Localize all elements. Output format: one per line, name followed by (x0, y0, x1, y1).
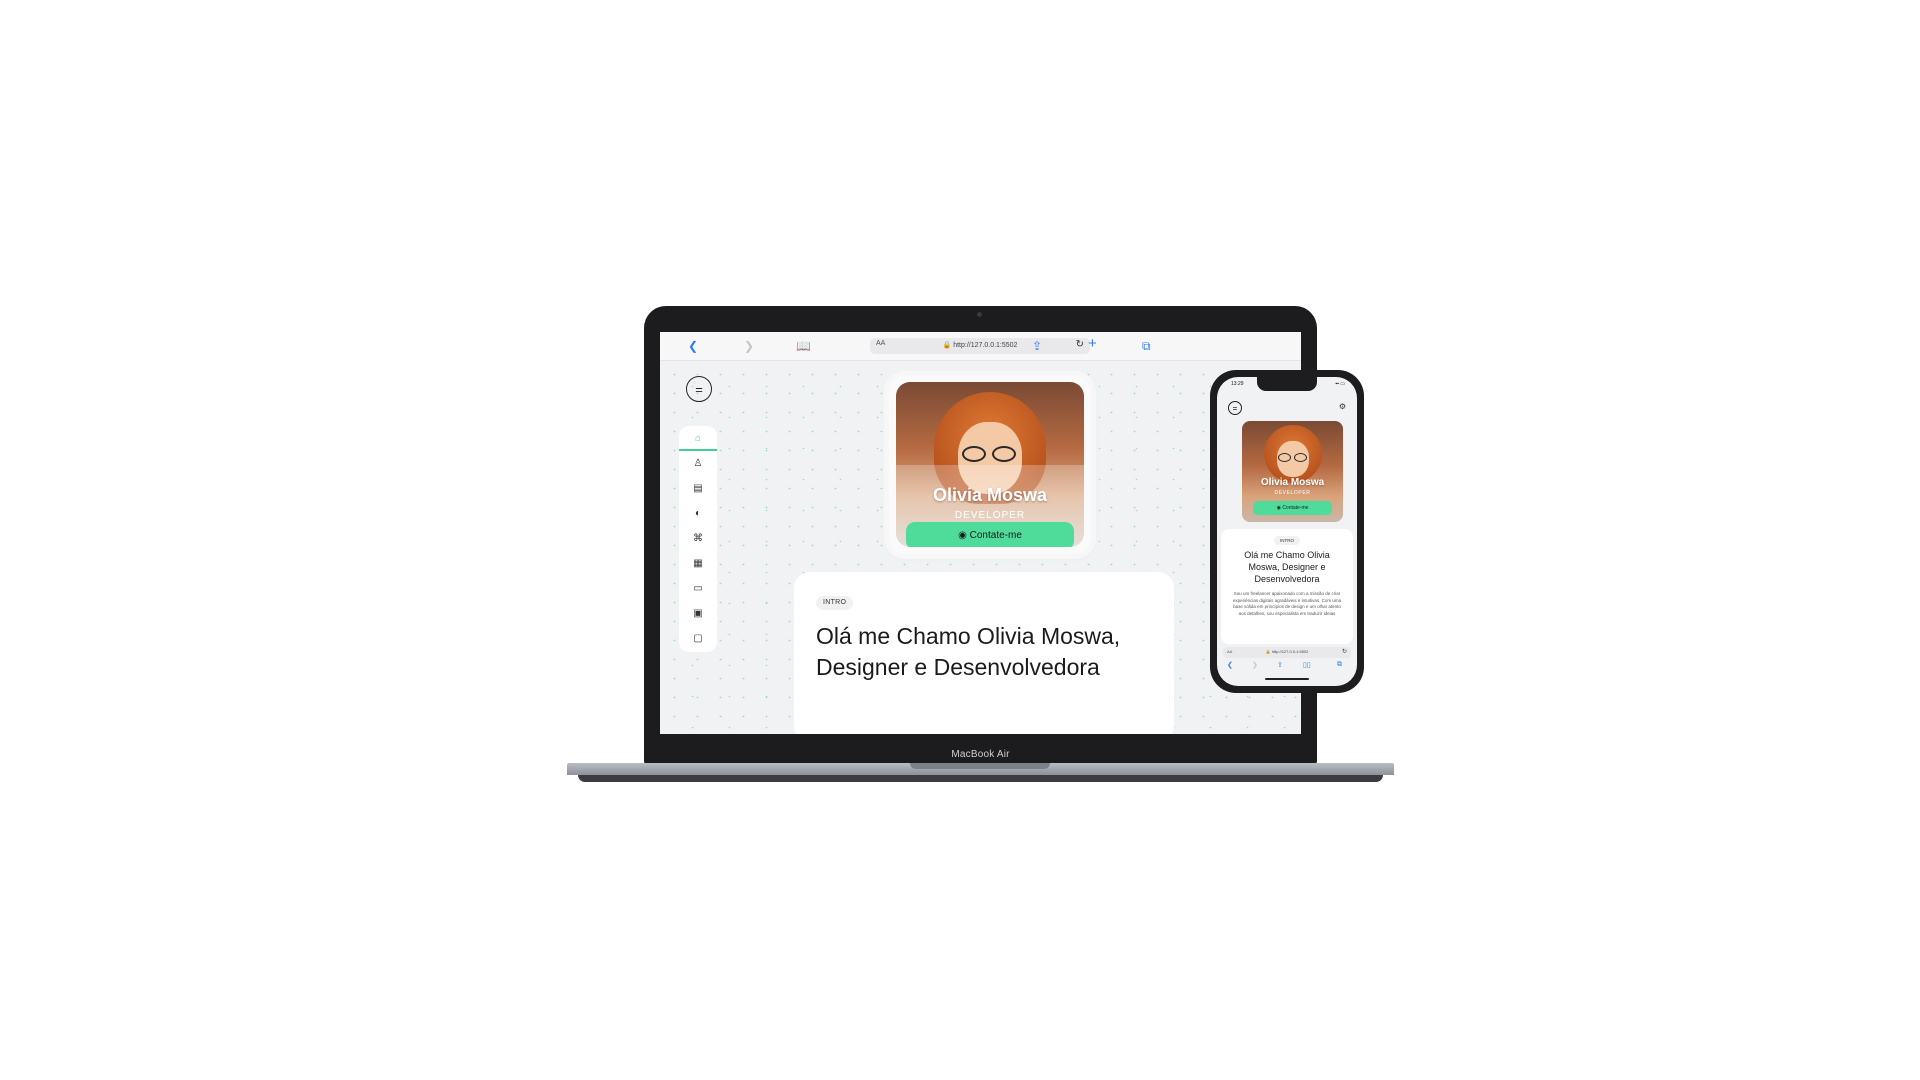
sidebar-item-testimonials[interactable]: ▭ (679, 576, 717, 601)
phone-share-icon[interactable]: ⇪ (1277, 661, 1283, 669)
phone-address-bar[interactable]: AA 🔒 http://127.0.0.1:5502 ↻ (1223, 647, 1351, 658)
phone-contact-button[interactable]: ◉ Contate-me (1253, 501, 1332, 515)
lock-icon: 🔒 (942, 342, 952, 349)
phone-status-icons: ▪▪ ▭ (1335, 381, 1345, 387)
laptop-screen: ❮ ❯ 📖 AA 🔒 http://127.0.0.1:5502 ↻ ⇪ + ⧉… (660, 332, 1301, 734)
sidebar-item-portfolio[interactable]: ▤ (679, 476, 717, 501)
phone-status-time: 13:29 (1231, 381, 1244, 387)
intro-card: INTRO Olá me Chamo Olivia Moswa, Designe… (794, 572, 1174, 734)
phone-intro-description: Sou um freelancer apaixonado com a missã… (1232, 591, 1342, 616)
phone-intro-title: Olá me Chamo Olivia Moswa, Designer e De… (1244, 550, 1330, 584)
phone-tabs-icon[interactable]: ⧉ (1337, 661, 1342, 669)
phone-reload-icon[interactable]: ↻ (1342, 648, 1347, 655)
grid-icon: ▦ (693, 558, 703, 569)
browser-toolbar: ❮ ❯ 📖 AA 🔒 http://127.0.0.1:5502 ↻ ⇪ + ⧉ (660, 332, 1301, 361)
phone-lock-icon: 🔒 (1265, 649, 1271, 654)
document-icon: ▣ (693, 608, 703, 619)
translate-icon: ⌘ (693, 533, 703, 544)
sidebar-item-contact[interactable]: ▢ (679, 626, 717, 651)
profile-portrait: Olivia Moswa DEVELOPER ◉ Contate-me (896, 382, 1084, 547)
contact-button[interactable]: ◉ Contate-me (906, 522, 1074, 547)
phone-intro-card: INTRO Olá me Chamo Olivia Moswa, Designe… (1221, 529, 1353, 644)
sidebar-item-about[interactable]: ♙ (679, 451, 717, 476)
sidebar-item-skills[interactable]: ⌘ (679, 526, 717, 551)
share-icon[interactable]: ⇪ (1032, 338, 1042, 354)
plus-icon[interactable]: + (1088, 336, 1097, 352)
sidebar-item-blog[interactable]: ▣ (679, 601, 717, 626)
menu-icon[interactable]: = (686, 376, 712, 402)
user-icon: ♙ (693, 458, 703, 469)
phone-mockup: 13:29 ▪▪ ▭ = ⚙ Olivia Moswa DEVELOPER ◉ … (1210, 370, 1364, 693)
laptop-base-bottom (578, 775, 1383, 782)
address-bar[interactable]: AA 🔒 http://127.0.0.1:5502 ↻ (870, 338, 1090, 354)
profile-name: Olivia Moswa (932, 485, 1048, 505)
laptop-hinge-notch (910, 763, 1050, 769)
phone-url-text: 🔒 http://127.0.0.1:5502 (1223, 649, 1351, 654)
chat-icon: ▭ (693, 583, 703, 594)
reload-icon[interactable]: ↻ (1076, 339, 1084, 350)
phone-book-icon[interactable]: ▯▯ (1303, 661, 1311, 669)
intro-title: Olá me Chamo Olivia Moswa, Designer e De… (816, 623, 1121, 680)
profile-role: DEVELOPER (954, 510, 1026, 521)
phone-menu-icon[interactable]: = (1228, 401, 1242, 415)
phone-chevron-left-icon[interactable]: ❮ (1227, 661, 1233, 669)
phone-intro-badge: INTRO (1274, 536, 1300, 545)
intro-badge: INTRO (816, 596, 854, 610)
briefcase-icon: ▤ (693, 483, 703, 494)
phone-chevron-right-icon[interactable]: ❯ (1252, 661, 1258, 669)
phone-portrait-glasses (1277, 453, 1309, 463)
sidebar-nav: ⌂ ♙ ▤ ◐ ⌘ ▦ ▭ ▣ ▢ (679, 426, 717, 652)
url-text: 🔒 http://127.0.0.1:5502 (870, 341, 1090, 349)
phone-url-value: http://127.0.0.1:5502 (1271, 649, 1309, 654)
toggle-icon: ◐ (694, 508, 702, 519)
chevron-right-icon[interactable]: ❯ (744, 338, 754, 354)
laptop-model-label: MacBook Air (951, 749, 1010, 760)
sidebar-item-home[interactable]: ⌂ (679, 426, 717, 451)
phone-profile-name: Olivia Moswa (1260, 477, 1325, 488)
contact-icon: ▢ (693, 633, 703, 644)
camera-dot (977, 312, 982, 317)
url-value: http://127.0.0.1:5502 (953, 342, 1018, 349)
phone-home-indicator (1265, 678, 1309, 680)
book-icon[interactable]: 📖 (796, 338, 811, 354)
chevron-left-icon[interactable]: ❮ (688, 338, 698, 354)
phone-screen: 13:29 ▪▪ ▭ = ⚙ Olivia Moswa DEVELOPER ◉ … (1217, 377, 1357, 686)
home-icon: ⌂ (694, 433, 702, 444)
phone-notch (1257, 377, 1317, 391)
tabs-icon[interactable]: ⧉ (1142, 338, 1151, 354)
profile-card: Olivia Moswa DEVELOPER ◉ Contate-me (889, 376, 1091, 554)
sidebar-item-experience[interactable]: ▦ (679, 551, 717, 576)
phone-toolbar: ❮ ❯ ⇪ ▯▯ ⧉ (1223, 661, 1351, 673)
phone-profile-role: DEVELOPER (1274, 490, 1311, 496)
phone-profile-card: Olivia Moswa DEVELOPER ◉ Contate-me (1242, 421, 1343, 522)
sidebar-item-services[interactable]: ◐ (679, 501, 717, 526)
gear-icon[interactable]: ⚙ (1339, 402, 1346, 411)
portrait-glasses (960, 446, 1020, 464)
